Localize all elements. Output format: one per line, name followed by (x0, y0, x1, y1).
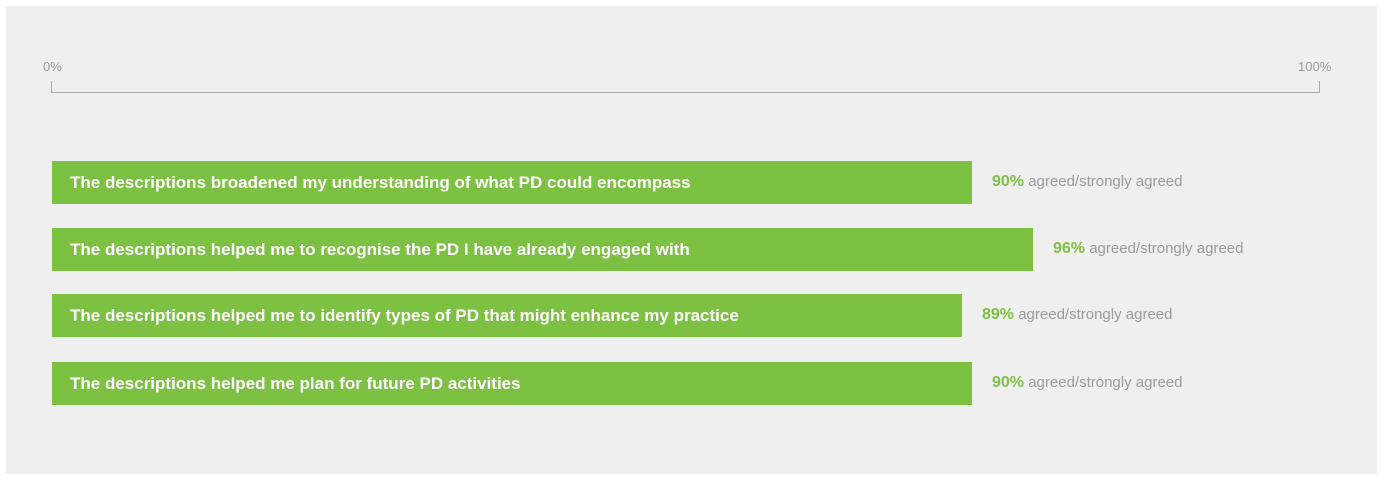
bar: The descriptions helped me plan for futu… (52, 362, 972, 405)
axis-min-label: 0% (43, 59, 62, 74)
bar-label: The descriptions broadened my understand… (70, 172, 691, 192)
value-label: 90% agreed/strongly agreed (992, 173, 1182, 191)
chart-panel: 0% 100% The descriptions broadened my un… (6, 6, 1377, 474)
value-label: 89% agreed/strongly agreed (982, 306, 1172, 324)
bar: The descriptions broadened my understand… (52, 161, 972, 204)
axis-line (51, 81, 1320, 93)
value-suffix: agreed/strongly agreed (1024, 173, 1183, 190)
value-suffix: agreed/strongly agreed (1014, 306, 1173, 323)
value-percent: 90% (992, 173, 1025, 190)
value-suffix: agreed/strongly agreed (1085, 240, 1244, 257)
bar: The descriptions helped me to recognise … (52, 228, 1033, 271)
value-percent: 96% (1053, 240, 1086, 257)
bar-label: The descriptions helped me plan for futu… (70, 373, 521, 393)
value-percent: 89% (982, 306, 1015, 323)
value-percent: 90% (992, 374, 1025, 391)
value-label: 96% agreed/strongly agreed (1053, 240, 1243, 258)
value-suffix: agreed/strongly agreed (1024, 374, 1183, 391)
value-label: 90% agreed/strongly agreed (992, 374, 1182, 392)
bar-label: The descriptions helped me to identify t… (70, 305, 739, 325)
axis-max-label: 100% (1298, 59, 1332, 74)
bar: The descriptions helped me to identify t… (52, 294, 962, 337)
bar-label: The descriptions helped me to recognise … (70, 239, 690, 259)
